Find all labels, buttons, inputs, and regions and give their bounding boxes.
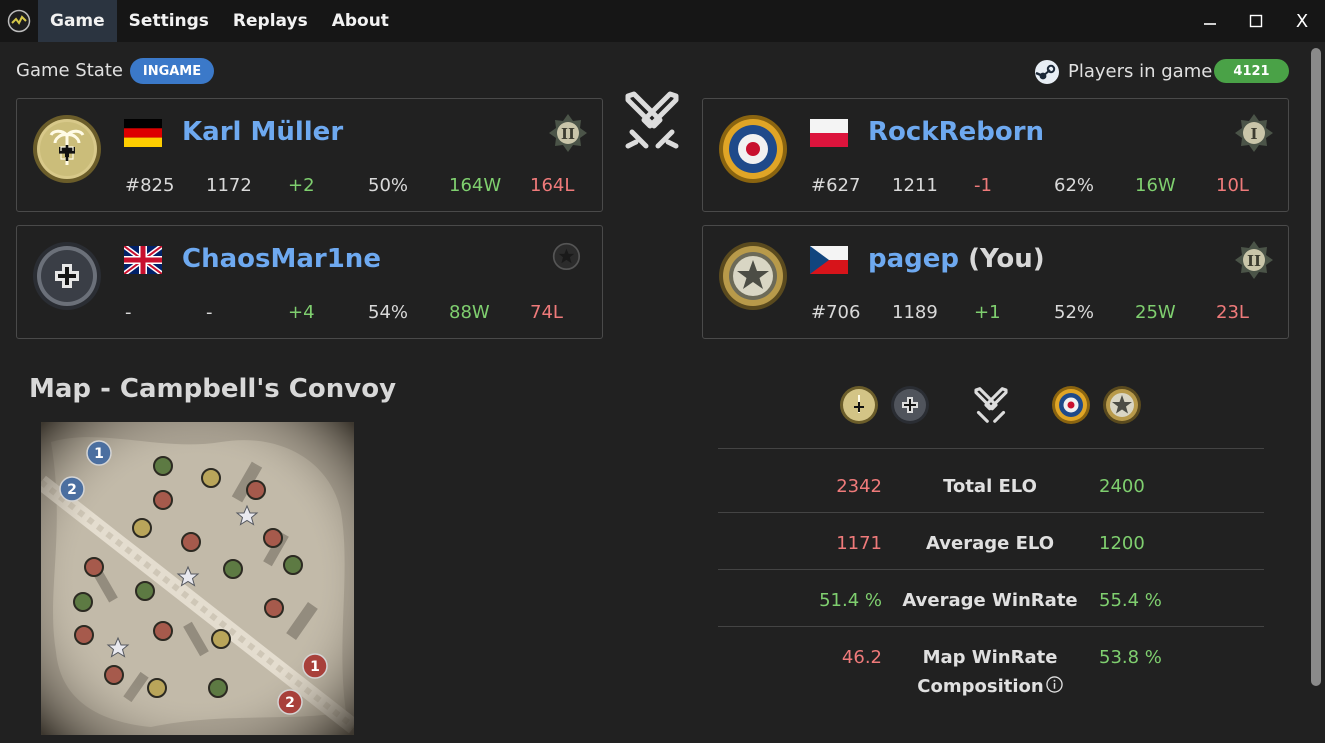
app-logo-icon <box>0 0 38 42</box>
game-state-badge: INGAME <box>130 58 214 84</box>
player-name[interactable]: ChaosMar1ne <box>182 244 381 274</box>
player-wins: 25W <box>1135 302 1176 323</box>
player-name[interactable]: Karl Müller <box>182 117 343 147</box>
player-card-left-2[interactable]: ChaosMar1ne - - +4 54% 88W 74L <box>16 225 603 339</box>
player-rank: #627 <box>811 175 861 196</box>
poland-flag-icon <box>810 119 848 147</box>
czech-flag-icon <box>810 246 848 274</box>
player-rank: #825 <box>125 175 175 196</box>
vertical-scrollbar[interactable] <box>1311 48 1321 686</box>
player-winrate: 52% <box>1054 302 1095 323</box>
game-state-label: Game State <box>16 60 123 81</box>
afrika-korps-emblem-icon <box>33 115 101 183</box>
tab-game[interactable]: Game <box>38 0 117 42</box>
player-name[interactable]: RockReborn <box>868 117 1044 147</box>
unranked-icon <box>552 242 581 271</box>
player-losses: 164L <box>530 175 575 196</box>
player-wins: 164W <box>449 175 502 196</box>
player-name-text: pagep <box>868 244 960 274</box>
map-title: Map - Campbell's Convoy <box>29 374 397 404</box>
us-emblem-icon <box>1103 386 1141 424</box>
steam-icon <box>1035 60 1059 84</box>
player-elo-change: +2 <box>288 175 315 196</box>
wehrmacht-emblem-icon <box>891 386 929 424</box>
divider <box>718 448 1264 449</box>
divider <box>718 512 1264 513</box>
tab-about[interactable]: About <box>320 0 401 42</box>
svg-text:I: I <box>1250 125 1257 143</box>
info-icon[interactable] <box>1045 676 1063 693</box>
team-right-map-winrate: 53.8 % <box>1099 647 1162 668</box>
player-losses: 23L <box>1216 302 1249 323</box>
british-emblem-icon <box>1052 386 1090 424</box>
uk-flag-icon <box>124 246 162 274</box>
team-left-total-elo: 2342 <box>836 476 882 497</box>
svg-text:1: 1 <box>310 659 320 675</box>
title-bar: Game Settings Replays About X <box>0 0 1325 42</box>
player-card-right-2[interactable]: pagep (You) II #706 1189 +1 52% 25W 23L <box>702 225 1289 339</box>
close-button[interactable]: X <box>1279 0 1325 42</box>
minimize-button[interactable] <box>1187 0 1233 42</box>
divider <box>718 569 1264 570</box>
rank-2-icon: II <box>1235 241 1273 279</box>
player-losses: 74L <box>530 302 563 323</box>
player-losses: 10L <box>1216 175 1249 196</box>
players-in-game-label: Players in game <box>1068 61 1213 82</box>
map-winrate-label-line2: Composition <box>917 676 1044 697</box>
map-winrate-label: Map WinRate Composition <box>890 647 1090 697</box>
svg-text:2: 2 <box>285 695 295 711</box>
map-image: 1 2 1 2 <box>41 422 354 735</box>
team-left-average-winrate: 51.4 % <box>819 590 882 611</box>
svg-text:II: II <box>1247 252 1261 270</box>
british-emblem-icon <box>719 115 787 183</box>
svg-text:2: 2 <box>67 482 77 498</box>
us-emblem-icon <box>719 242 787 310</box>
player-card-right-1[interactable]: RockReborn I #627 1211 -1 62% 16W 10L <box>702 98 1289 212</box>
team-emblems-row <box>838 383 1148 429</box>
average-elo-label: Average ELO <box>925 533 1055 554</box>
team-left-map-winrate: 46.2 <box>841 647 882 668</box>
player-winrate: 54% <box>368 302 409 323</box>
maximize-icon <box>1249 14 1263 28</box>
you-suffix: (You) <box>959 244 1045 274</box>
team-right-average-elo: 1200 <box>1099 533 1145 554</box>
maximize-button[interactable] <box>1233 0 1279 42</box>
divider <box>718 626 1264 627</box>
rank-1-icon: I <box>1235 114 1273 152</box>
player-rank: #706 <box>811 302 861 323</box>
map-winrate-label-line1: Map WinRate <box>922 647 1058 668</box>
tab-settings[interactable]: Settings <box>117 0 221 42</box>
player-elo: 1211 <box>892 175 938 196</box>
player-elo: 1189 <box>892 302 938 323</box>
player-elo-change: -1 <box>974 175 992 196</box>
player-wins: 88W <box>449 302 490 323</box>
crossed-swords-icon <box>625 91 679 149</box>
team-right-total-elo: 2400 <box>1099 476 1145 497</box>
player-elo-change: +4 <box>288 302 315 323</box>
team-left-average-elo: 1171 <box>836 533 882 554</box>
svg-text:1: 1 <box>94 446 104 462</box>
player-winrate: 62% <box>1054 175 1095 196</box>
wehrmacht-emblem-icon <box>33 242 101 310</box>
team-right-average-winrate: 55.4 % <box>1099 590 1162 611</box>
player-wins: 16W <box>1135 175 1176 196</box>
svg-text:II: II <box>561 125 575 143</box>
players-count-badge: 4121 <box>1214 59 1289 83</box>
map-winrate-label-line2-wrap: Composition <box>890 676 1090 697</box>
player-elo-change: +1 <box>974 302 1001 323</box>
rank-2-icon: II <box>549 114 587 152</box>
player-elo: 1172 <box>206 175 252 196</box>
afrika-korps-emblem-icon <box>840 386 878 424</box>
tab-replays[interactable]: Replays <box>221 0 320 42</box>
player-elo: - <box>206 302 213 323</box>
germany-flag-icon <box>124 119 162 147</box>
minimize-icon <box>1204 23 1216 25</box>
player-winrate: 50% <box>368 175 409 196</box>
player-name[interactable]: pagep (You) <box>868 244 1045 274</box>
player-rank: - <box>125 302 132 323</box>
average-winrate-label: Average WinRate <box>902 590 1078 611</box>
player-card-left-1[interactable]: Karl Müller II #825 1172 +2 50% 164W 164… <box>16 98 603 212</box>
total-elo-label: Total ELO <box>943 476 1037 497</box>
crossed-swords-small-icon <box>974 387 1008 423</box>
